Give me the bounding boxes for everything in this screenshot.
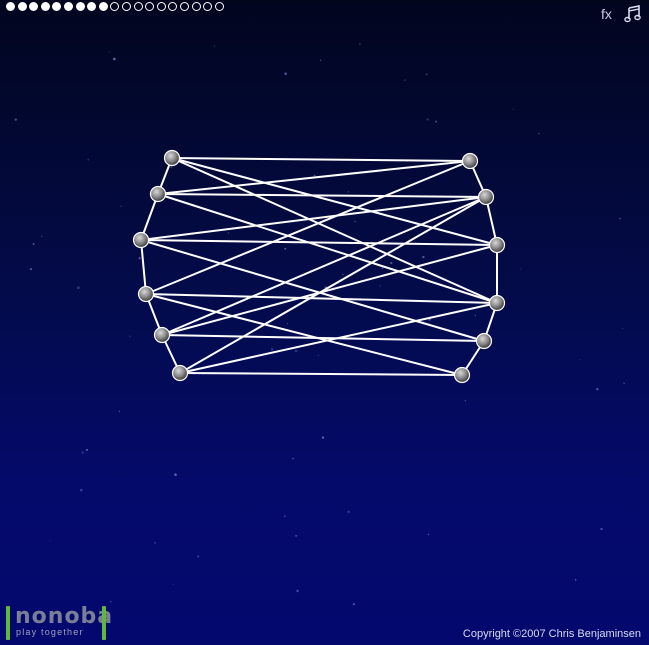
star: [284, 247, 287, 250]
star: [138, 257, 141, 260]
star: [512, 108, 514, 110]
star: [113, 57, 116, 61]
graph-edge: [140, 239, 498, 246]
star: [474, 314, 477, 317]
graph-edge: [157, 193, 498, 304]
star: [426, 118, 429, 121]
star: [292, 457, 294, 460]
graph-node[interactable]: [475, 332, 493, 350]
star: [537, 132, 540, 135]
star: [40, 235, 43, 238]
star: [32, 243, 35, 245]
star: [435, 120, 438, 123]
star: [427, 533, 430, 536]
star: [214, 45, 216, 47]
star: [422, 255, 425, 259]
graph-nodes: [132, 149, 506, 384]
star: [319, 59, 322, 61]
star: [596, 387, 599, 391]
star: [294, 349, 298, 353]
copyright-text: Copyright ©2007 Chris Benjaminsen: [462, 628, 641, 640]
graph-edge: [140, 239, 147, 295]
star: [153, 541, 156, 544]
logo-wordmark: nonoba: [15, 604, 114, 629]
graph-node[interactable]: [153, 326, 171, 344]
logo-bar-left: [6, 606, 10, 640]
star: [284, 72, 288, 76]
graph-edge: [145, 160, 471, 295]
graph-edge: [179, 302, 498, 374]
star: [347, 190, 350, 193]
star: [574, 578, 577, 581]
star: [464, 399, 467, 402]
star: [174, 473, 177, 476]
star: [321, 436, 325, 439]
star: [354, 220, 356, 223]
star: [296, 589, 299, 593]
star: [359, 43, 361, 45]
star: [227, 232, 229, 234]
starfield: [14, 43, 625, 606]
star: [170, 166, 173, 169]
star: [85, 448, 89, 451]
star: [579, 359, 581, 361]
graph-edge: [171, 157, 471, 162]
star: [619, 217, 621, 220]
star: [600, 527, 603, 531]
star: [347, 510, 350, 514]
star: [109, 600, 112, 603]
logo-bar-right: [102, 606, 106, 640]
star: [14, 118, 17, 121]
star: [352, 603, 355, 606]
star: [622, 327, 624, 329]
graph-edge: [179, 372, 463, 376]
star: [118, 410, 121, 413]
graph-node[interactable]: [149, 185, 167, 203]
graph-node[interactable]: [163, 149, 181, 167]
graph-node[interactable]: [488, 294, 506, 312]
star: [623, 382, 625, 385]
graph-edge: [145, 293, 498, 304]
star: [390, 261, 393, 265]
graph-node[interactable]: [132, 231, 150, 249]
star: [120, 205, 122, 207]
star: [172, 584, 174, 586]
star: [29, 267, 33, 271]
graph-edge: [145, 293, 463, 376]
star: [77, 286, 80, 290]
star: [381, 267, 384, 270]
star: [79, 488, 83, 492]
nonoba-logo[interactable]: nonoba play together: [6, 605, 112, 642]
star: [108, 51, 111, 53]
star: [81, 451, 84, 454]
star: [87, 158, 90, 161]
star: [287, 323, 289, 325]
star: [342, 273, 344, 276]
star: [49, 540, 51, 542]
logo-tagline: play together: [16, 627, 84, 637]
star: [271, 348, 274, 351]
graph-edges: [140, 157, 498, 376]
graph-edge: [161, 244, 498, 336]
star: [379, 285, 381, 287]
star: [283, 515, 286, 518]
game-stage: fx nonoba play together Copyright ©2007 …: [0, 0, 649, 645]
star: [520, 268, 522, 270]
star: [425, 73, 428, 76]
graph-node[interactable]: [137, 285, 155, 303]
star: [313, 174, 316, 177]
graph-node[interactable]: [488, 236, 506, 254]
star: [404, 79, 406, 81]
star: [295, 534, 298, 537]
graph-node[interactable]: [477, 188, 495, 206]
graph-node[interactable]: [461, 152, 479, 170]
star: [197, 555, 200, 558]
graph-edge: [157, 193, 487, 198]
star: [129, 335, 131, 337]
puzzle-board: [14, 43, 625, 606]
star: [317, 354, 319, 356]
graph-node[interactable]: [171, 364, 189, 382]
graph-node[interactable]: [453, 366, 471, 384]
